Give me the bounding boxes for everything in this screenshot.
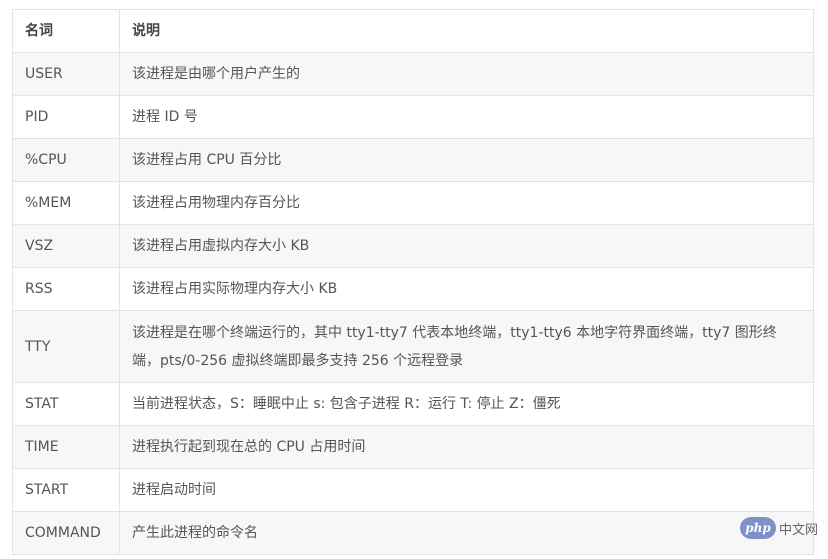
row-description: 产生此进程的命令名 (119, 511, 814, 555)
row-term: START (12, 468, 120, 512)
row-term: VSZ (12, 224, 120, 268)
row-term: %MEM (12, 181, 120, 225)
row-description: 该进程是在哪个终端运行的，其中 tty1-tty7 代表本地终端，tty1-tt… (119, 310, 814, 383)
row-term: STAT (12, 382, 120, 426)
ps-fields-table: 名词 说明 USER 该进程是由哪个用户产生的 PID 进程 ID 号 %CPU… (12, 9, 814, 555)
row-description: 当前进程状态，S：睡眠中止 s: 包含子进程 R：运行 T: 停止 Z：僵死 (119, 382, 814, 426)
row-description: 该进程是由哪个用户产生的 (119, 52, 814, 96)
row-description: 该进程占用虚拟内存大小 KB (119, 224, 814, 268)
table-row: VSZ 该进程占用虚拟内存大小 KB (12, 224, 814, 268)
row-term: COMMAND (12, 511, 120, 555)
row-description: 进程 ID 号 (119, 95, 814, 139)
table-row: PID 进程 ID 号 (12, 95, 814, 139)
row-term: USER (12, 52, 120, 96)
table-row: STAT 当前进程状态，S：睡眠中止 s: 包含子进程 R：运行 T: 停止 Z… (12, 382, 814, 426)
table-row: RSS 该进程占用实际物理内存大小 KB (12, 267, 814, 311)
row-term: TTY (12, 310, 120, 383)
row-term: PID (12, 95, 120, 139)
table-row: USER 该进程是由哪个用户产生的 (12, 52, 814, 96)
row-term: RSS (12, 267, 120, 311)
table-header-row: 名词 说明 (12, 9, 814, 53)
row-term: TIME (12, 425, 120, 469)
table-row: %CPU 该进程占用 CPU 百分比 (12, 138, 814, 182)
table-row: TIME 进程执行起到现在总的 CPU 占用时间 (12, 425, 814, 469)
table-row: TTY 该进程是在哪个终端运行的，其中 tty1-tty7 代表本地终端，tty… (12, 310, 814, 383)
watermark-site-text: 中文网 (778, 522, 818, 538)
table-row: START 进程启动时间 (12, 468, 814, 512)
header-term: 名词 (12, 9, 120, 53)
php-logo-icon: php (739, 517, 776, 539)
row-description: 该进程占用物理内存百分比 (119, 181, 814, 225)
row-description: 该进程占用 CPU 百分比 (119, 138, 814, 182)
content-area: 名词 说明 USER 该进程是由哪个用户产生的 PID 进程 ID 号 %CPU… (12, 9, 814, 555)
row-description: 进程启动时间 (119, 468, 814, 512)
header-description: 说明 (119, 9, 814, 53)
row-description: 该进程占用实际物理内存大小 KB (119, 267, 814, 311)
row-description: 进程执行起到现在总的 CPU 占用时间 (119, 425, 814, 469)
site-watermark: php 中文网 (739, 517, 818, 539)
row-term: %CPU (12, 138, 120, 182)
table-row: COMMAND 产生此进程的命令名 (12, 511, 814, 555)
table-row: %MEM 该进程占用物理内存百分比 (12, 181, 814, 225)
